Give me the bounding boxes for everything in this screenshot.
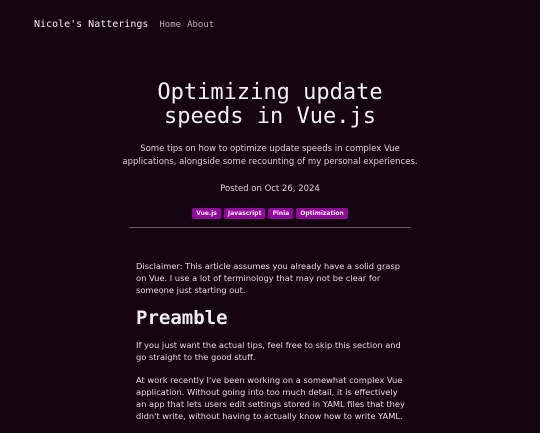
header-divider	[129, 227, 411, 228]
tag-pinia[interactable]: Pinia	[268, 208, 294, 219]
post-content: Disclaimer: This article assumes you alr…	[136, 260, 408, 433]
top-nav: Nicole's Natterings Home About	[34, 19, 220, 30]
disclaimer-paragraph: Disclaimer: This article assumes you alr…	[136, 261, 401, 295]
nav-link-home[interactable]: Home	[159, 20, 181, 30]
tag-vuejs[interactable]: Vue.js	[192, 208, 221, 219]
site-title[interactable]: Nicole's Natterings	[34, 19, 148, 30]
nav-link-about[interactable]: About	[187, 20, 214, 30]
tag-list: Vue.js Javascript Pinia Optimization	[0, 208, 540, 219]
preamble-heading: Preamble	[136, 307, 228, 329]
posted-date: Posted on Oct 26, 2024	[220, 184, 320, 194]
post-subtitle: Some tips on how to optimize update spee…	[122, 144, 418, 167]
tag-javascript[interactable]: Javascript	[223, 208, 266, 219]
preamble-paragraph-2: At work recently I've been working on a …	[136, 375, 405, 421]
preamble-paragraph-1: If you just want the actual tips, feel f…	[136, 340, 401, 362]
post-header: Optimizing update speeds in Vue.js Some …	[0, 81, 540, 219]
tag-optimization[interactable]: Optimization	[296, 208, 348, 219]
post-title: Optimizing update speeds in Vue.js	[157, 80, 383, 129]
